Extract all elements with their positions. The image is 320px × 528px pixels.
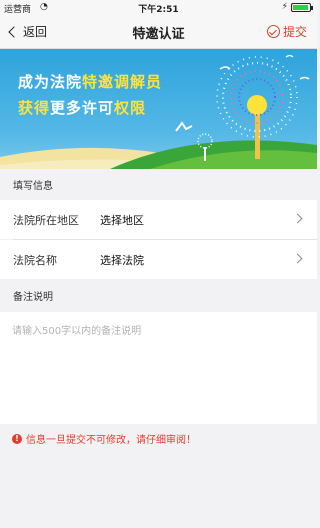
warning-text: 信息一旦提交不可修改，请仔细审阅！: [26, 435, 196, 446]
submit-button[interactable]: 提交: [266, 23, 307, 40]
court-select-row[interactable]: 法院名称 选择法院: [0, 240, 317, 279]
nav-bar: 返回 特邀认证 提交: [0, 15, 317, 49]
banner-headline-1: 成为法院特邀调解员: [18, 73, 163, 91]
battery-icon: [291, 3, 313, 12]
charging-icon: ⚡: [281, 2, 288, 12]
remark-textarea[interactable]: [0, 312, 317, 424]
region-select-row[interactable]: 法院所在地区 选择地区: [0, 200, 317, 239]
exclamation-icon: !: [12, 433, 22, 444]
section-title-remark: 备注说明: [13, 292, 53, 303]
warning-notice: ! 信息一旦提交不可修改，请仔细审阅！: [12, 431, 196, 446]
submit-label: 提交: [282, 25, 307, 39]
remark-box: [0, 312, 317, 424]
section-title-info: 填写信息: [13, 181, 53, 192]
banner-headline-2: 获得更多许可权限: [18, 99, 147, 117]
check-circle-icon: [266, 25, 280, 38]
promo-banner: 成为法院特邀调解员 获得更多许可权限: [0, 49, 317, 169]
court-label: 法院名称: [13, 254, 57, 267]
chevron-right-icon: [292, 213, 303, 224]
region-label: 法院所在地区: [13, 214, 79, 227]
region-value: 选择地区: [100, 214, 144, 227]
court-value: 选择法院: [100, 254, 144, 267]
chevron-right-icon: [292, 253, 303, 264]
status-bar: 运营商 ◔ 下午2:51 ⚡: [0, 0, 317, 15]
clock: 下午2:51: [138, 5, 179, 15]
